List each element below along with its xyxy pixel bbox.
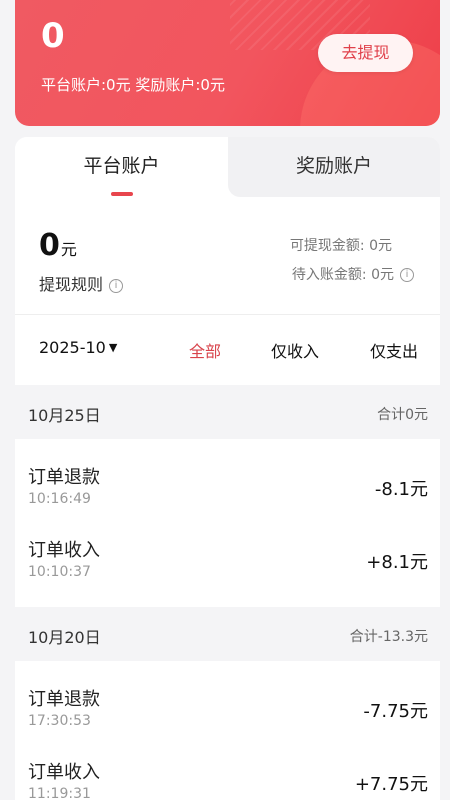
- amount-value: 0: [39, 228, 60, 263]
- withdraw-button[interactable]: 去提现: [318, 34, 413, 72]
- active-tab-indicator: [111, 192, 133, 196]
- transaction-amount: +8.1元: [366, 552, 428, 573]
- month-selector[interactable]: 2025-10 ▼: [39, 338, 117, 357]
- transaction-row[interactable]: 订单收入 10:10:37 +8.1元: [15, 536, 440, 596]
- transaction-title: 订单退款: [28, 689, 100, 710]
- caret-down-icon: ▼: [108, 341, 118, 354]
- pending-amount: 待入账金额: 0元: [291, 267, 394, 283]
- date-group-header: 10月20日 合计-13.3元: [15, 607, 440, 661]
- transaction-title: 订单退款: [28, 467, 100, 488]
- withdraw-rules-link[interactable]: 提现规则 i: [39, 271, 124, 295]
- transaction-title: 订单收入: [28, 762, 100, 783]
- transaction-time: 10:10:37: [28, 564, 91, 580]
- month-value: 2025-10: [39, 338, 106, 357]
- group-total: 合计-13.3元: [349, 629, 428, 645]
- pending-amount-row[interactable]: 待入账金额: 0元 i: [292, 264, 414, 284]
- transaction-row[interactable]: 订单退款 17:30:53 -7.75元: [15, 685, 440, 745]
- tab-platform-account[interactable]: 平台账户: [15, 137, 228, 197]
- transaction-amount: +7.75元: [354, 774, 428, 795]
- date-group-header: 10月25日 合计0元: [15, 385, 440, 439]
- total-balance: 0: [41, 16, 65, 56]
- withdraw-rules-label: 提现规则: [39, 275, 104, 294]
- balance-card: 0 平台账户:0元 奖励账户:0元 去提现: [15, 0, 440, 126]
- account-panel: 平台账户 奖励账户 0元 提现规则 i 可提现金额: 0元 待入账金额: 0元 i …: [15, 137, 440, 387]
- transaction-list: 订单退款 17:30:53 -7.75元 订单收入 11:19:31 +7.75…: [15, 661, 440, 800]
- divider: [15, 314, 440, 315]
- tab-reward-account[interactable]: 奖励账户: [228, 137, 440, 197]
- filter-all[interactable]: 全部: [189, 338, 221, 362]
- filter-expense-only[interactable]: 仅支出: [370, 338, 418, 362]
- transaction-title: 订单收入: [28, 540, 100, 561]
- group-total: 合计0元: [377, 407, 428, 423]
- transaction-time: 10:16:49: [28, 491, 91, 507]
- filter-income-only[interactable]: 仅收入: [271, 338, 319, 362]
- transaction-time: 17:30:53: [28, 713, 91, 729]
- transaction-row[interactable]: 订单退款 10:16:49 -8.1元: [15, 463, 440, 523]
- group-date: 10月25日: [28, 406, 101, 425]
- info-icon: i: [400, 268, 414, 282]
- info-icon: i: [109, 279, 124, 293]
- amount-unit: 元: [60, 240, 77, 259]
- transaction-amount: -8.1元: [374, 479, 428, 500]
- transaction-time: 11:19:31: [28, 786, 91, 800]
- account-amount: 0元: [39, 229, 77, 267]
- account-breakdown: 平台账户:0元 奖励账户:0元: [41, 76, 225, 94]
- withdrawable-amount: 可提现金额: 0元: [289, 238, 392, 254]
- transaction-list: 订单退款 10:16:49 -8.1元 订单收入 10:10:37 +8.1元: [15, 439, 440, 607]
- transaction-amount: -7.75元: [363, 701, 428, 722]
- group-date: 10月20日: [28, 628, 101, 647]
- account-tabs: 平台账户 奖励账户: [15, 137, 440, 197]
- transaction-row[interactable]: 订单收入 11:19:31 +7.75元: [15, 758, 440, 800]
